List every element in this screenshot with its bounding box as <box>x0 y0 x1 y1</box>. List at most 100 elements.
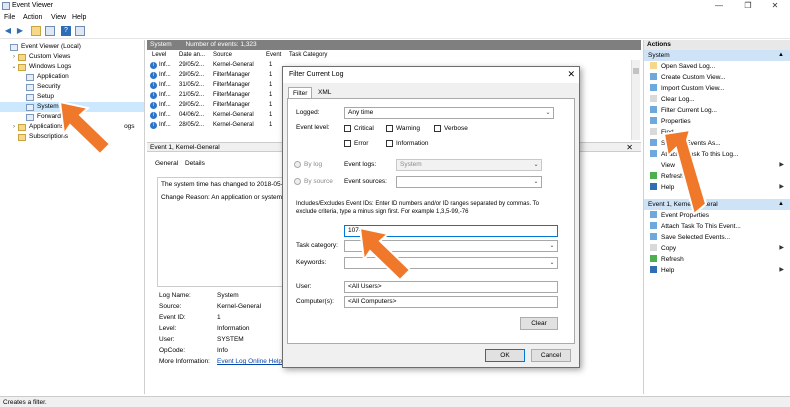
level-text: Inf... <box>159 62 171 68</box>
menu-help[interactable]: Help <box>72 14 86 21</box>
tree-item[interactable]: Security <box>0 82 144 92</box>
action-item[interactable]: Attach Task To This Event... <box>644 221 790 232</box>
event-logs-select[interactable]: System ⌄ <box>396 159 542 171</box>
event-sources-select[interactable]: ⌄ <box>396 176 542 188</box>
event-level-label: Event level: <box>296 124 330 131</box>
col-date[interactable]: Date an... <box>179 51 205 60</box>
action-pane-icon[interactable] <box>75 26 85 36</box>
close-button[interactable]: ✕ <box>762 0 788 12</box>
action-item-label: Import Custom View... <box>661 85 725 92</box>
error-checkbox[interactable] <box>344 140 351 147</box>
action-item[interactable]: Import Custom View... <box>644 83 790 94</box>
log-icon <box>10 43 18 51</box>
chevron-right-icon: ▶ <box>779 267 784 273</box>
level-text: Inf... <box>159 72 171 78</box>
refresh-icon <box>650 255 657 262</box>
folder-icon <box>18 133 26 141</box>
help-icon <box>650 183 657 190</box>
chevron-right-icon[interactable]: › <box>10 52 18 62</box>
cell-date: 31/05/2... <box>179 82 205 88</box>
action-item[interactable]: Create Custom View... <box>644 72 790 83</box>
clear-log-icon <box>650 95 657 102</box>
help-icon[interactable]: ? <box>61 26 71 36</box>
chevron-right-icon[interactable]: › <box>10 122 18 132</box>
folder-icon <box>18 63 26 71</box>
filter-icon <box>650 106 657 113</box>
col-task-category[interactable]: Task Category <box>289 51 327 60</box>
maximize-button[interactable]: ❐ <box>735 0 761 12</box>
tab-general[interactable]: General <box>155 160 178 167</box>
information-checkbox[interactable] <box>386 140 393 147</box>
menu-view[interactable]: View <box>51 14 66 21</box>
by-log-label: By log <box>304 161 323 168</box>
cancel-button[interactable]: Cancel <box>531 349 571 362</box>
tree-item[interactable]: › Custom Views <box>0 52 144 62</box>
tree-item-label: Custom Views <box>29 53 71 60</box>
event-viewer-icon <box>2 2 10 10</box>
computers-input[interactable]: <All Computers> <box>344 296 558 308</box>
log-icon <box>26 103 34 111</box>
col-event-id[interactable]: Event <box>266 51 281 60</box>
refresh-icon <box>650 172 657 179</box>
action-item[interactable]: Filter Current Log... <box>644 105 790 116</box>
tree-item[interactable]: ⌄ Windows Logs <box>0 62 144 72</box>
back-icon[interactable]: ◀ <box>3 26 13 36</box>
chevron-down-icon[interactable]: ⌄ <box>10 62 18 72</box>
cell-event: 1 <box>269 102 273 108</box>
actions-section-title: System <box>648 52 670 59</box>
event-message-box: The system time has changed to 2018-05- … <box>157 177 287 287</box>
information-label: Information <box>396 140 429 147</box>
dialog-close-icon[interactable]: ✕ <box>567 69 575 80</box>
information-icon: i <box>150 72 157 79</box>
forward-icon[interactable]: ▶ <box>15 26 25 36</box>
action-item[interactable]: Open Saved Log... <box>644 61 790 72</box>
clear-button[interactable]: Clear <box>520 317 558 330</box>
minimize-button[interactable]: — <box>706 0 732 12</box>
console-tree-icon[interactable] <box>45 26 55 36</box>
level-text: Inf... <box>159 92 171 98</box>
tab-filter[interactable]: Filter <box>288 87 313 98</box>
event-sources-label: Event sources: <box>344 178 387 185</box>
logged-select[interactable]: Any time ⌄ <box>344 107 554 119</box>
save-icon <box>650 139 657 146</box>
cell-date: 29/05/2... <box>179 72 205 78</box>
collapse-icon[interactable]: ▲ <box>778 50 784 61</box>
action-item[interactable]: Refresh <box>644 254 790 265</box>
error-label: Error <box>354 140 369 147</box>
detail-field-label: Level: <box>159 325 177 332</box>
col-level[interactable]: Level <box>152 51 166 60</box>
action-item-label: Create Custom View... <box>661 74 726 81</box>
col-source[interactable]: Source <box>213 51 232 60</box>
action-item[interactable]: Help ▶ <box>644 265 790 276</box>
tab-details[interactable]: Details <box>185 160 205 167</box>
collapse-icon[interactable]: ▲ <box>778 199 784 210</box>
detail-field: Source: Kernel-General <box>159 303 289 314</box>
actions-section-header[interactable]: System ▲ <box>644 50 790 61</box>
tree-item[interactable]: Application <box>0 72 144 82</box>
action-item[interactable]: Properties <box>644 116 790 127</box>
level-text: Inf... <box>159 82 171 88</box>
event-properties-icon <box>650 211 657 218</box>
folder-icon[interactable] <box>31 26 41 36</box>
by-source-radio[interactable] <box>294 178 301 185</box>
events-scrollbar[interactable] <box>631 60 640 140</box>
close-details-icon[interactable]: ✕ <box>626 143 633 152</box>
verbose-checkbox[interactable] <box>434 125 441 132</box>
action-item[interactable]: Save Selected Events... <box>644 232 790 243</box>
find-icon <box>650 128 657 135</box>
tree-item[interactable]: Event Viewer (Local) <box>0 42 144 52</box>
log-icon <box>26 83 34 91</box>
menu-action[interactable]: Action <box>23 14 42 21</box>
online-help-link[interactable]: Event Log Online Help <box>217 358 282 365</box>
action-item[interactable]: Clear Log... <box>644 94 790 105</box>
action-item[interactable]: Copy ▶ <box>644 243 790 254</box>
ok-button[interactable]: OK <box>485 349 525 362</box>
menu-file[interactable]: File <box>4 14 15 21</box>
tree-item-label: Security <box>37 83 61 90</box>
cell-event: 1 <box>269 72 273 78</box>
critical-checkbox[interactable] <box>344 125 351 132</box>
tab-xml[interactable]: XML <box>314 87 335 98</box>
warning-checkbox[interactable] <box>386 125 393 132</box>
action-item-label: Refresh <box>661 256 684 263</box>
by-log-radio[interactable] <box>294 161 301 168</box>
